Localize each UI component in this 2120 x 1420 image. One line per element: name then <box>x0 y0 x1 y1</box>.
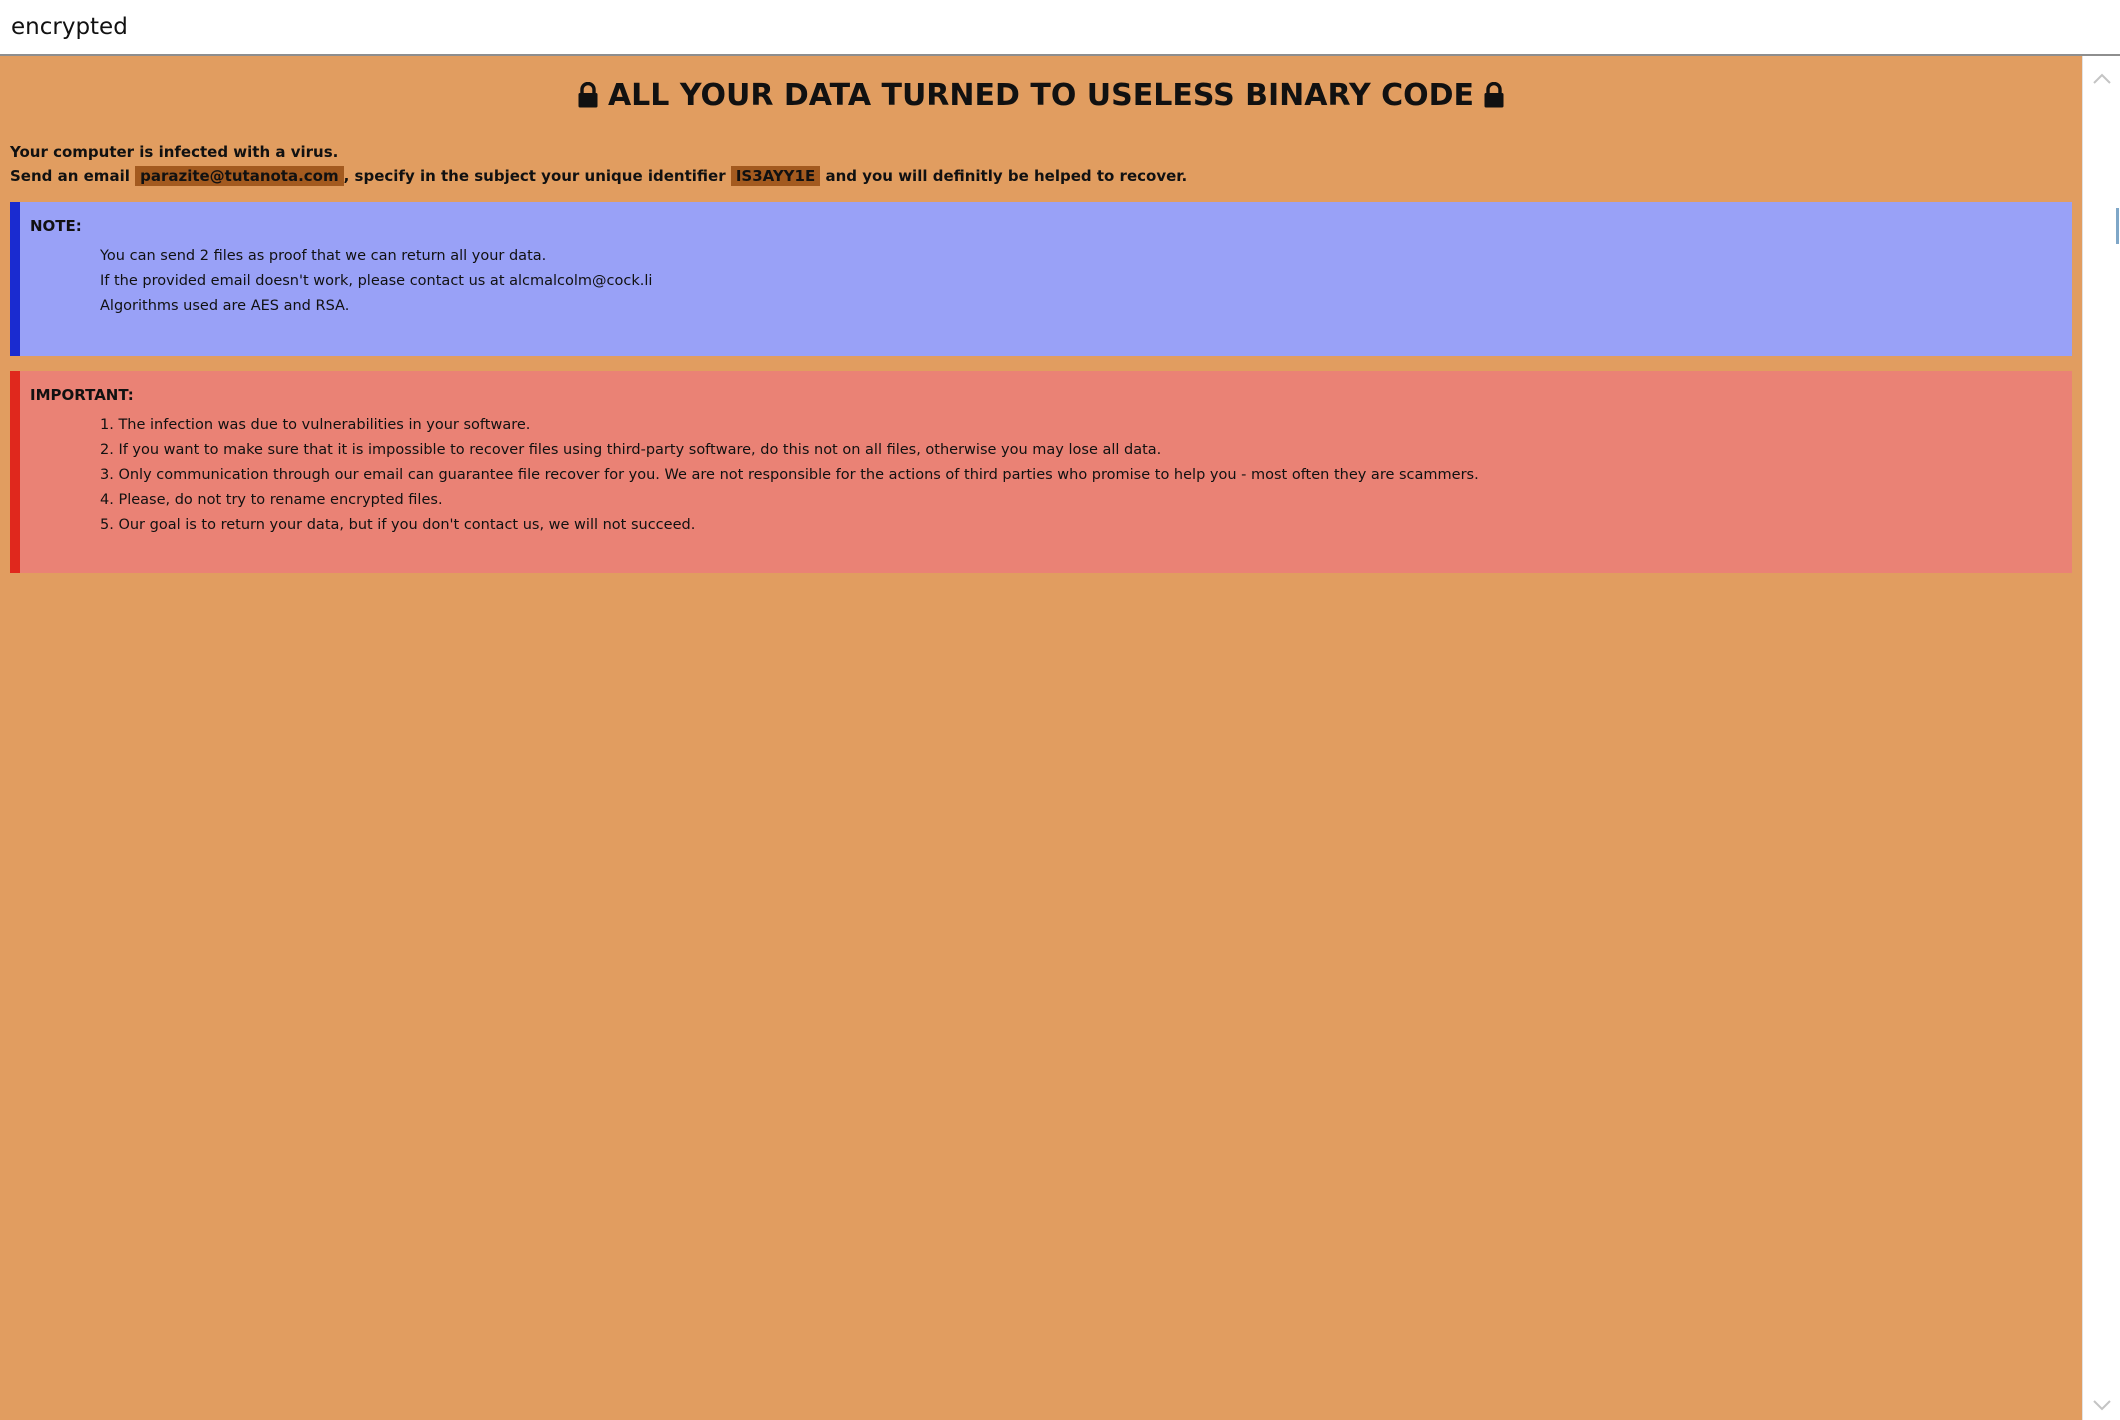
note-title: NOTE: <box>30 217 82 235</box>
important-item: 5. Our goal is to return your data, but … <box>100 517 696 533</box>
title-bar: encrypted <box>0 0 2120 56</box>
app-window: encrypted ALL YOUR DATA TURNED TO USELES… <box>0 0 2120 1420</box>
lock-icon <box>578 82 598 108</box>
contact-email: parazite@tutanota.com <box>135 166 344 186</box>
important-box: IMPORTANT: 1. The infection was due to v… <box>10 371 2072 573</box>
window-edge-marker <box>2116 208 2119 244</box>
instruction-prefix: Send an email <box>10 167 136 185</box>
contact-instructions: Send an email parazite@tutanota.com, spe… <box>10 164 1187 188</box>
instruction-suffix: and you will definitly be helped to reco… <box>820 167 1188 185</box>
note-line: If the provided email doesn't work, plea… <box>100 273 653 289</box>
important-title: IMPORTANT: <box>30 386 134 404</box>
important-item: 3. Only communication through our email … <box>100 467 1479 483</box>
note-line: You can send 2 files as proof that we ca… <box>100 248 547 264</box>
scroll-up-arrow-icon[interactable] <box>2091 68 2113 90</box>
page-heading: ALL YOUR DATA TURNED TO USELESS BINARY C… <box>0 76 2082 116</box>
note-line: Algorithms used are AES and RSA. <box>100 298 350 314</box>
important-list: 1. The infection was due to vulnerabilit… <box>100 413 1479 538</box>
unique-identifier: IS3AYY1E <box>730 166 821 186</box>
note-box: NOTE: You can send 2 files as proof that… <box>10 202 2072 356</box>
infection-message: Your computer is infected with a virus. <box>10 143 339 161</box>
ransom-note-page: ALL YOUR DATA TURNED TO USELESS BINARY C… <box>0 56 2082 1420</box>
scroll-down-arrow-icon[interactable] <box>2091 1394 2113 1416</box>
instruction-middle: , specify in the subject your unique ide… <box>343 167 731 185</box>
vertical-scrollbar[interactable] <box>2082 56 2120 1420</box>
important-item: 1. The infection was due to vulnerabilit… <box>100 417 531 433</box>
note-lines: You can send 2 files as proof that we ca… <box>100 244 652 319</box>
intro-text: Your computer is infected with a virus. … <box>10 140 1187 188</box>
important-item: 4. Please, do not try to rename encrypte… <box>100 492 443 508</box>
important-item: 2. If you want to make sure that it is i… <box>100 442 1162 458</box>
lock-icon <box>1484 82 1504 108</box>
heading-text: ALL YOUR DATA TURNED TO USELESS BINARY C… <box>607 78 1475 113</box>
window-title: encrypted <box>11 14 128 40</box>
